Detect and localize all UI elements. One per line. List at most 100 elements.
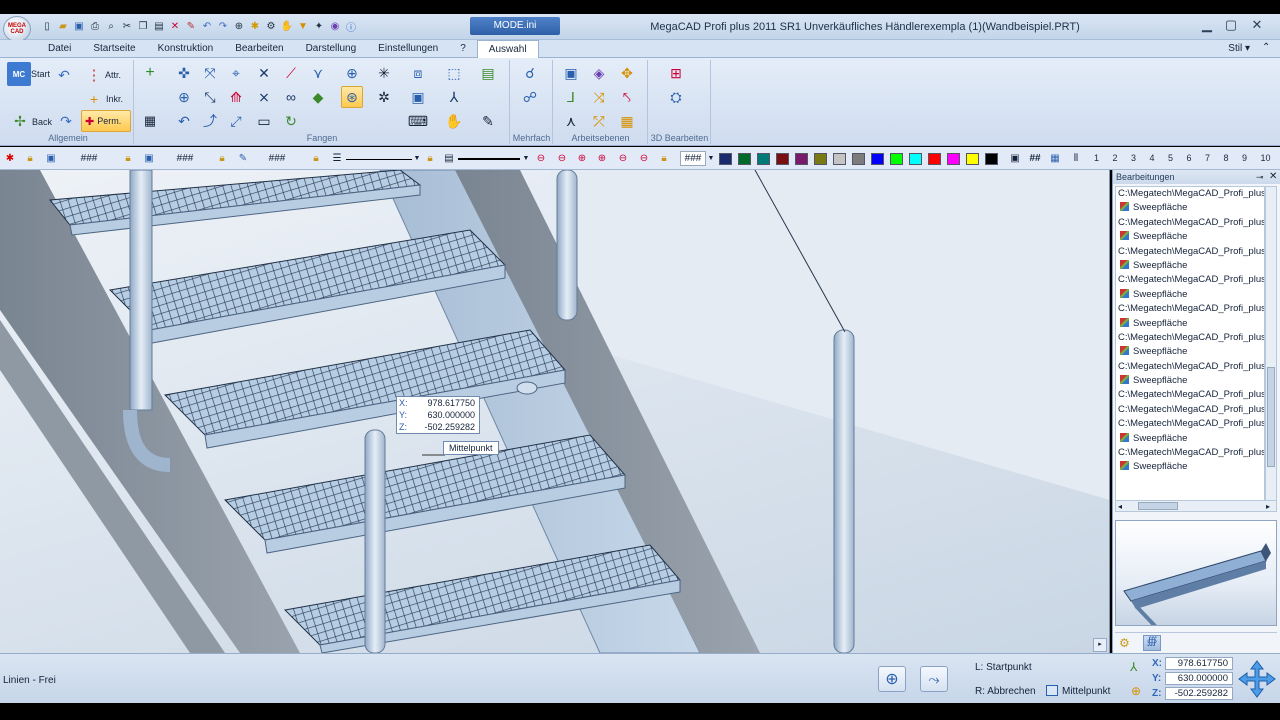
open-folder-icon[interactable]: ▰ xyxy=(56,19,70,34)
keyboard-icon[interactable]: ⌨ xyxy=(407,110,429,132)
connect-button[interactable]: ⤳ xyxy=(920,666,948,692)
line-type-select[interactable] xyxy=(346,151,412,160)
history-path-item[interactable]: C:\Megatech\MegaCAD_Profi_plus xyxy=(1116,216,1264,230)
hash-field-2[interactable]: ### xyxy=(174,151,196,166)
color-swatch[interactable] xyxy=(795,153,808,165)
pen-icon[interactable]: ✎ xyxy=(236,151,250,166)
attr-button[interactable]: Attr. xyxy=(105,70,121,80)
pencil-icon[interactable]: ✎ xyxy=(184,19,198,34)
color-swatch[interactable] xyxy=(928,153,941,165)
maximize-icon[interactable]: ▢ xyxy=(1220,16,1242,34)
hash-field-3[interactable]: ### xyxy=(266,151,288,166)
attribute-icon[interactable]: ⋮ xyxy=(83,64,105,86)
history-path-item[interactable]: C:\Megatech\MegaCAD_Profi_plus xyxy=(1116,187,1264,201)
perm-button[interactable]: ✚ Perm. xyxy=(81,110,131,132)
history-path-item[interactable]: C:\Megatech\MegaCAD_Profi_plus xyxy=(1116,273,1264,287)
history-vertical-scrollbar[interactable] xyxy=(1265,186,1277,506)
snap-window-icon[interactable]: ⬚ xyxy=(443,62,465,84)
scroll-right-icon[interactable]: ▸ xyxy=(1266,502,1270,511)
layer-number-button[interactable]: 6 xyxy=(1187,153,1192,163)
group-icon[interactable]: ▣ xyxy=(142,151,156,166)
multi-pick-icon[interactable]: ☍ xyxy=(519,86,541,108)
snap-polyline-icon[interactable]: ⤴ xyxy=(199,110,221,132)
lock-icon[interactable]: 🔒︎ xyxy=(424,151,436,166)
snap-frame-icon[interactable]: ▣ xyxy=(407,86,429,108)
preview-icon[interactable]: ⌕ xyxy=(104,19,118,34)
history-list[interactable]: C:\Megatech\MegaCAD_Profi_plus Sweepfläch… xyxy=(1115,186,1265,506)
chevron-down-icon[interactable]: ▼ xyxy=(412,151,422,166)
color-picker-icon[interactable]: ▣ xyxy=(1008,151,1022,166)
x-coordinate-field[interactable]: 978.617750 xyxy=(1165,657,1233,670)
snap-line-icon[interactable]: ⟋ xyxy=(280,62,302,84)
lock-icon[interactable]: 🔒︎ xyxy=(122,151,134,166)
tab-help[interactable]: ? xyxy=(449,40,477,58)
cut-icon[interactable]: ✂ xyxy=(120,19,134,34)
y-coordinate-field[interactable]: 630.000000 xyxy=(1165,672,1233,685)
color-swatch[interactable] xyxy=(890,153,903,165)
color-swatch[interactable] xyxy=(833,153,846,165)
redo-icon[interactable]: ↷ xyxy=(55,110,77,132)
snap-rotate-icon[interactable]: ↻ xyxy=(280,110,302,132)
plane-box-icon[interactable]: ▦ xyxy=(616,110,638,132)
history-sweep-item[interactable]: Sweepfläche xyxy=(1116,460,1264,474)
tab-bearbeiten[interactable]: Bearbeiten xyxy=(224,40,294,58)
layer-number-button[interactable]: 8 xyxy=(1224,153,1229,163)
undo-icon[interactable]: ↶ xyxy=(200,19,214,34)
history-path-item[interactable]: C:\Megatech\MegaCAD_Profi_plus xyxy=(1116,417,1264,431)
history-sweep-item[interactable]: Sweepfläche xyxy=(1116,432,1264,446)
tab-datei[interactable]: Datei xyxy=(37,40,82,58)
coordinate-axes-icon[interactable]: ⅄ xyxy=(1130,660,1137,674)
drawing-viewport[interactable] xyxy=(0,170,1110,653)
history-sweep-item[interactable]: Sweepfläche xyxy=(1116,345,1264,359)
delete-icon[interactable]: ✕ xyxy=(168,19,182,34)
zoom-out-icon[interactable]: ⊖ xyxy=(617,151,629,166)
lock-icon[interactable]: 🔒︎ xyxy=(216,151,228,166)
snap-rect-icon[interactable]: ▭ xyxy=(253,110,275,132)
zoom-out-icon[interactable]: ⊖ xyxy=(535,151,547,166)
line-width-select[interactable] xyxy=(458,151,520,160)
snap-tangent-icon[interactable]: ⟰ xyxy=(225,86,247,108)
globe-icon[interactable]: ◉ xyxy=(328,19,342,34)
print-icon[interactable]: ⎙ xyxy=(88,19,102,34)
layer-number-button[interactable]: 4 xyxy=(1150,153,1155,163)
copy-icon[interactable]: ❐ xyxy=(136,19,150,34)
ribbon-collapse-icon[interactable]: ⌃ xyxy=(1262,42,1270,53)
tab-auswahl[interactable]: Auswahl xyxy=(476,39,539,58)
start-button[interactable]: Start xyxy=(31,69,50,79)
snap-drag-icon[interactable]: ✋ xyxy=(443,110,465,132)
chevron-down-icon[interactable]: ▼ xyxy=(521,151,531,166)
plane-origin-icon[interactable]: ⅃ xyxy=(560,86,582,108)
history-sweep-item[interactable]: Sweepfläche xyxy=(1116,230,1264,244)
z-coordinate-field[interactable]: -502.259282 xyxy=(1165,687,1233,700)
snap-move-icon[interactable]: ⤢ xyxy=(225,110,247,132)
tab-konstruktion[interactable]: Konstruktion xyxy=(147,40,225,58)
tab-startseite[interactable]: Startseite xyxy=(82,40,146,58)
new-file-icon[interactable]: ▯ xyxy=(40,19,54,34)
snap-layer-icon[interactable]: ▤ xyxy=(477,62,499,84)
pencil-icon[interactable]: ✎ xyxy=(477,110,499,132)
color-swatch[interactable] xyxy=(776,153,789,165)
color-swatch[interactable] xyxy=(909,153,922,165)
multi-select-icon[interactable]: ☌ xyxy=(519,62,541,84)
marker-icon[interactable]: ✱ xyxy=(4,151,16,166)
close-icon[interactable]: ✕ xyxy=(1246,16,1268,34)
increment-icon[interactable]: + xyxy=(83,88,105,110)
snap-arc-icon[interactable]: ↶ xyxy=(173,110,195,132)
snap-star-icon[interactable]: ✳ xyxy=(373,62,395,84)
snap-center-icon[interactable]: ⊕ xyxy=(341,62,363,84)
plane-cube-icon[interactable]: ◈ xyxy=(588,62,610,84)
layer-number-button[interactable]: 5 xyxy=(1168,153,1173,163)
history-sweep-item[interactable]: Sweepfläche xyxy=(1116,317,1264,331)
layer-icon[interactable]: ▣ xyxy=(44,151,58,166)
plane-rotate-icon[interactable]: ⤨ xyxy=(588,86,610,108)
layer-view-icon[interactable]: ▦ xyxy=(1048,151,1062,166)
lock-icon[interactable]: 🔒︎ xyxy=(24,151,36,166)
snap-circle-icon[interactable]: ∞ xyxy=(280,86,302,108)
snap-perpendicular-icon[interactable]: ⨯ xyxy=(253,86,275,108)
hash-field-1[interactable]: ### xyxy=(78,151,100,166)
zoom-in-icon[interactable]: ⊕ xyxy=(576,151,588,166)
layer-number-button[interactable]: 7 xyxy=(1205,153,1210,163)
snap-grid-icon[interactable]: ▦ xyxy=(139,110,161,132)
history-sweep-item[interactable]: Sweepfläche xyxy=(1116,259,1264,273)
history-sweep-item[interactable]: Sweepfläche xyxy=(1116,288,1264,302)
